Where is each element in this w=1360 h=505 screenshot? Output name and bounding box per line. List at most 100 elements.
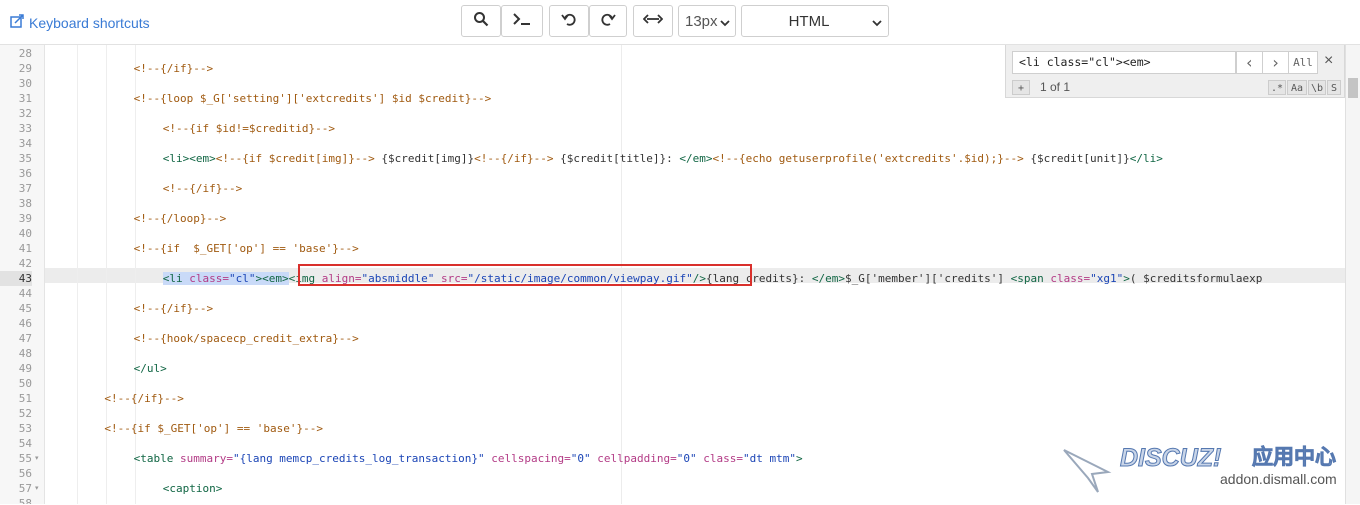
fold-arrow-icon[interactable]: ▾	[35, 481, 43, 496]
line-number: 44	[18, 287, 32, 300]
code-token: {$credit[title]}:	[553, 152, 680, 165]
chevron-down-icon	[872, 15, 882, 32]
wrap-toggle-button[interactable]	[633, 5, 673, 37]
code-token: <table	[133, 452, 174, 465]
line-number: 33	[18, 122, 32, 135]
whole-word-option-button[interactable]: \b	[1308, 80, 1326, 95]
language-select[interactable]: HTML	[741, 5, 889, 37]
code-token: "xg1"	[1090, 272, 1124, 285]
code-line: <!--{/if}-->	[46, 391, 1346, 406]
code-token: >	[1123, 272, 1130, 285]
find-input[interactable]: <li class="cl"><em>	[1012, 51, 1236, 74]
line-number: 49	[18, 362, 32, 375]
code-line: <!--{if $_GET['op'] == 'base'}-->	[46, 421, 1346, 436]
annotation-red-box	[298, 264, 752, 286]
line-number: 42	[18, 257, 32, 270]
line-gutter: 28 29 30 31 32 33 34 35 36 37 38 39 40 41 42 43 44 45 46 47…	[0, 45, 45, 504]
terminal-button[interactable]	[501, 5, 543, 37]
code-token: <!--{/if}-->	[474, 152, 554, 165]
watermark-site: addon.dismall.com	[1220, 471, 1337, 487]
watermark-brand: DISCUZ!	[1120, 444, 1221, 472]
search-icon	[473, 11, 489, 32]
line-number: 37	[18, 182, 32, 195]
regex-option-button[interactable]: .*	[1268, 80, 1286, 95]
line-number: 53	[18, 422, 32, 435]
terminal-icon	[512, 11, 532, 32]
find-all-button[interactable]: All	[1288, 51, 1318, 74]
line-number: 43	[0, 271, 32, 286]
code-token: </em>	[811, 272, 846, 285]
find-prev-button[interactable]: ‹	[1236, 51, 1263, 74]
code-token: <!--{/if}-->	[133, 62, 214, 75]
line-number: 52	[18, 407, 32, 420]
code-line: </ul>	[46, 361, 1346, 376]
code-token: <!--{echo getuserprofile('extcredits'.$i…	[712, 152, 1024, 165]
line-number: 36	[18, 167, 32, 180]
line-number: 28	[18, 47, 32, 60]
discuz-logo: DISCUZ! 应用中心 addon.dismall.com	[1063, 444, 1337, 493]
chevron-right-icon: ›	[1270, 53, 1281, 72]
font-size-value: 13px	[685, 12, 718, 30]
vertical-scrollbar[interactable]	[1345, 45, 1360, 504]
line-number: 35	[18, 152, 32, 165]
find-panel: <li class="cl"><em> ‹ › All × + 1 of 1 .…	[1005, 45, 1345, 98]
undo-button[interactable]	[549, 5, 589, 37]
line-number: 40	[18, 227, 32, 240]
code-token: </li>	[1129, 152, 1163, 165]
search-match-token: <li	[162, 272, 183, 285]
code-line: <!--{hook/spacecp_credit_extra}-->	[46, 331, 1346, 346]
find-next-button[interactable]: ›	[1262, 51, 1289, 74]
line-number: 47	[18, 332, 32, 345]
line-number: 41	[18, 242, 32, 255]
search-match-token: ><em>	[255, 272, 289, 285]
line-number: 32	[18, 107, 32, 120]
fold-arrow-icon[interactable]: ▾	[35, 451, 43, 466]
code-line: <!--{/if}-->	[46, 301, 1346, 316]
code-token: "{lang memcp_credits_log_transaction}"	[232, 452, 485, 465]
close-icon[interactable]: ×	[1324, 52, 1333, 70]
line-number: 38	[18, 197, 32, 210]
scrollbar-thumb[interactable]	[1348, 78, 1358, 98]
code-token: <!--{/if}-->	[133, 302, 214, 315]
code-token: <!--{/loop}-->	[133, 212, 227, 225]
font-size-select[interactable]: 13px	[678, 5, 736, 37]
redo-button[interactable]	[589, 5, 627, 37]
line-number: 54	[18, 437, 32, 450]
code-token: cellspacing=	[491, 452, 571, 465]
toolbar: Keyboard shortcuts 13px HTML	[0, 0, 1360, 45]
line-number: 39	[18, 212, 32, 225]
find-all-label: All	[1293, 56, 1313, 69]
case-sensitive-option-button[interactable]: Aa	[1287, 80, 1307, 95]
code-editor[interactable]: 28 29 30 31 32 33 34 35 36 37 38 39 40 41 42 43 44 45 46 47…	[0, 45, 1360, 504]
code-line: <!--{if $_GET['op'] == 'base'}-->	[46, 241, 1346, 256]
replace-toggle-button[interactable]: +	[1012, 80, 1030, 95]
line-number: 51	[18, 392, 32, 405]
line-number: 29	[18, 62, 32, 75]
language-value: HTML	[788, 12, 830, 30]
code-token: <li><em>	[162, 152, 216, 165]
search-button[interactable]	[461, 5, 501, 37]
code-token: "0"	[676, 452, 697, 465]
keyboard-shortcuts-link[interactable]: Keyboard shortcuts	[10, 14, 150, 31]
line-number: 55	[18, 452, 32, 465]
code-token: <!--{/if}-->	[104, 392, 184, 405]
code-token: <!--{if $id!=$creditid}-->	[162, 122, 335, 135]
line-number: 58	[18, 497, 32, 504]
code-line: <li><em><!--{if $credit[img]}--> {$credi…	[46, 151, 1346, 166]
code-token: "0"	[570, 452, 591, 465]
code-line: <!--{/loop}-->	[46, 211, 1346, 226]
code-line: <!--{if $id!=$creditid}-->	[46, 121, 1346, 136]
code-token: ( $creditsformulaexp	[1129, 272, 1263, 285]
code-token: >	[795, 452, 803, 465]
search-in-selection-option-button[interactable]: S	[1327, 80, 1341, 95]
code-token: <!--{hook/spacecp_credit_extra}-->	[133, 332, 359, 345]
watermark-cn: 应用中心	[1252, 445, 1336, 469]
